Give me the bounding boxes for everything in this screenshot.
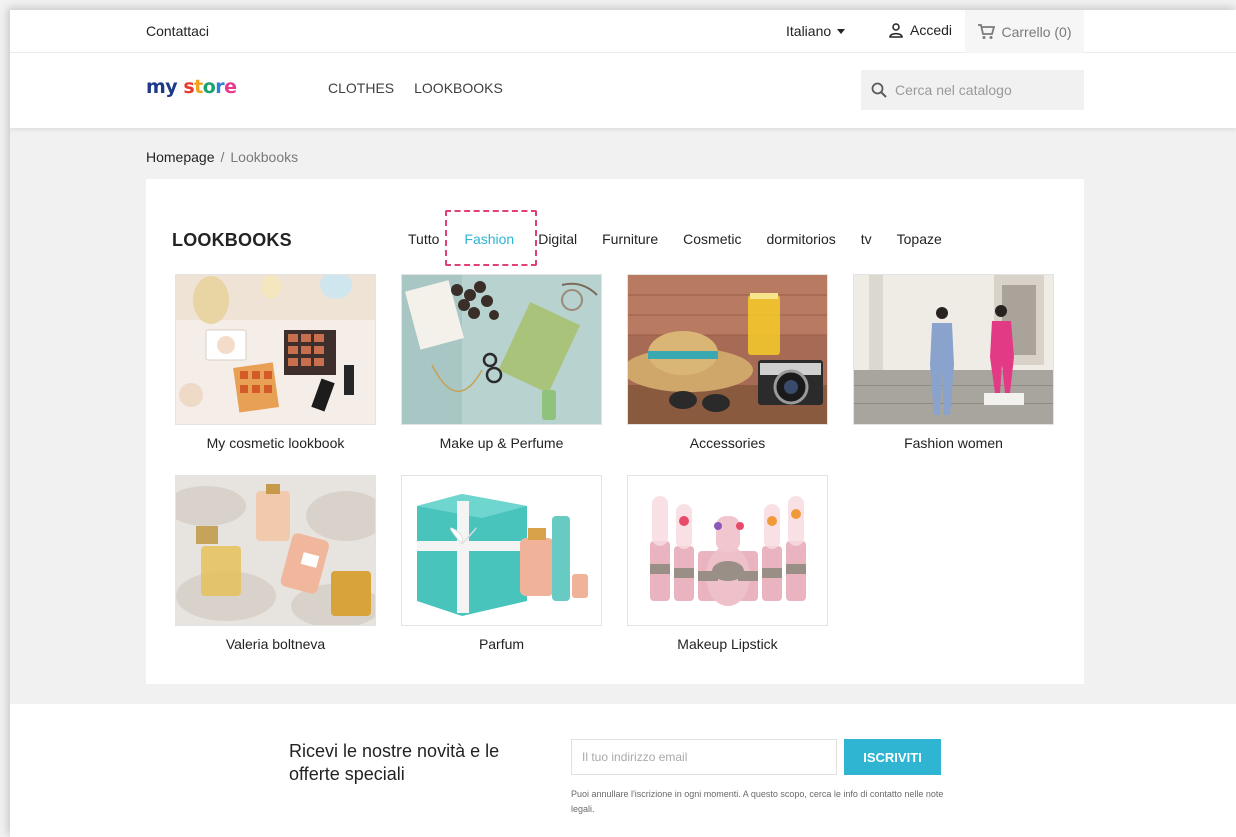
store-logo[interactable]: my store [146,76,237,98]
lookbook-title[interactable]: Make up & Perfume [401,435,602,451]
lookbook-title[interactable]: Makeup Lipstick [627,636,828,652]
nav-item-clothes[interactable]: CLOTHES [328,80,394,96]
filter-topaze[interactable]: Topaze [897,231,942,247]
lookbook-thumbnail[interactable] [175,475,376,626]
page-title: LOOKBOOKS [172,230,292,250]
top-bar: Contattaci Italiano Accedi Carrello (0) [10,10,1236,53]
nav-item-lookbooks[interactable]: LOOKBOOKS [414,80,503,96]
search-icon[interactable] [871,82,887,98]
site-header: my store CLOTHES LOOKBOOKS [10,53,1236,128]
lookbook-thumbnail[interactable] [853,274,1054,425]
breadcrumb-separator: / [220,149,225,165]
lookbook-thumbnail[interactable] [401,274,602,425]
browser-page: Contattaci Italiano Accedi Carrello (0) … [10,10,1236,837]
contact-link[interactable]: Contattaci [146,23,209,39]
filter-tutto[interactable]: Tutto [408,231,439,247]
cart-label: Carrello (0) [1001,23,1072,40]
lookbook-card[interactable]: Parfum [401,475,602,652]
lookbook-card[interactable]: My cosmetic lookbook [175,274,376,451]
subscribe-button[interactable]: ISCRIVITI [844,739,941,775]
lookbook-thumbnail[interactable] [627,475,828,626]
filter-tv[interactable]: tv [861,231,872,247]
login-link[interactable]: Accedi [888,22,952,38]
caret-down-icon [837,28,846,34]
lookbook-title[interactable]: Accessories [627,435,828,451]
lookbook-thumbnail[interactable] [401,475,602,626]
lookbook-title[interactable]: Parfum [401,636,602,652]
newsletter-note: Puoi annullare l'iscrizione in ogni mome… [571,789,944,814]
breadcrumb: Homepage / Lookbooks [146,149,298,165]
filter-cosmetic[interactable]: Cosmetic [683,231,741,247]
lookbook-title[interactable]: Valeria boltneva [175,636,376,652]
email-field[interactable] [571,739,837,775]
lookbook-card[interactable]: Valeria boltneva [175,475,376,652]
language-label: Italiano [786,23,832,39]
newsletter-section: Ricevi le nostre novità e le offerte spe… [10,704,1236,837]
cart-button[interactable]: Carrello (0) [965,10,1084,53]
newsletter-title: Ricevi le nostre novità e le offerte spe… [289,741,500,784]
lookbook-card[interactable]: Make up & Perfume [401,274,602,451]
language-selector[interactable]: Italiano [786,23,846,39]
logo-word-my: my [146,76,178,98]
filter-digital[interactable]: Digital [538,231,577,247]
filter-fashion[interactable]: Fashion [445,210,538,266]
lookbook-card[interactable]: Accessories [627,274,828,451]
search-input[interactable] [895,82,1065,98]
lookbooks-panel: LOOKBOOKS Tutto Fashion Digital Furnitur… [146,179,1084,684]
filter-dormitorios[interactable]: dormitorios [767,231,836,247]
search-box [861,70,1084,110]
shopping-cart-icon [978,23,996,39]
lookbook-card[interactable]: Makeup Lipstick [627,475,828,652]
user-icon [889,23,903,38]
lookbook-thumbnail[interactable] [627,274,828,425]
lookbook-title[interactable]: My cosmetic lookbook [175,435,376,451]
main-nav: CLOTHES LOOKBOOKS [328,80,503,96]
breadcrumb-home[interactable]: Homepage [146,149,215,165]
lookbook-thumbnail[interactable] [175,274,376,425]
category-filters: Tutto Fashion Digital Furniture Cosmetic… [408,210,967,266]
lookbook-card[interactable]: Fashion women [853,274,1054,451]
lookbook-title[interactable]: Fashion women [853,435,1054,451]
filter-furniture[interactable]: Furniture [602,231,658,247]
login-label: Accedi [910,22,953,38]
breadcrumb-current: Lookbooks [230,149,299,165]
